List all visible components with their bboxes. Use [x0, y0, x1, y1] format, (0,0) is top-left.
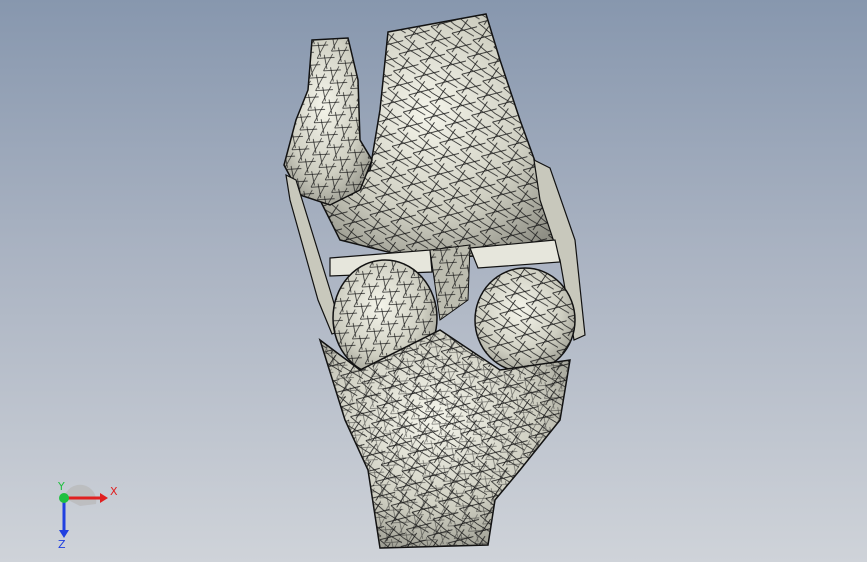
- fibula-upper[interactable]: [283, 37, 373, 206]
- z-axis-label: Z: [58, 538, 66, 550]
- knee-joint-model[interactable]: [0, 0, 867, 562]
- coordinate-triad: X Y Z: [57, 480, 118, 550]
- x-axis-label: X: [110, 485, 118, 498]
- graphics-viewport[interactable]: X Y Z: [0, 0, 867, 562]
- z-axis-arrow: [59, 530, 69, 538]
- y-axis-label: Y: [57, 480, 65, 493]
- y-axis-dot: [59, 493, 69, 503]
- x-axis-arrow: [100, 493, 108, 503]
